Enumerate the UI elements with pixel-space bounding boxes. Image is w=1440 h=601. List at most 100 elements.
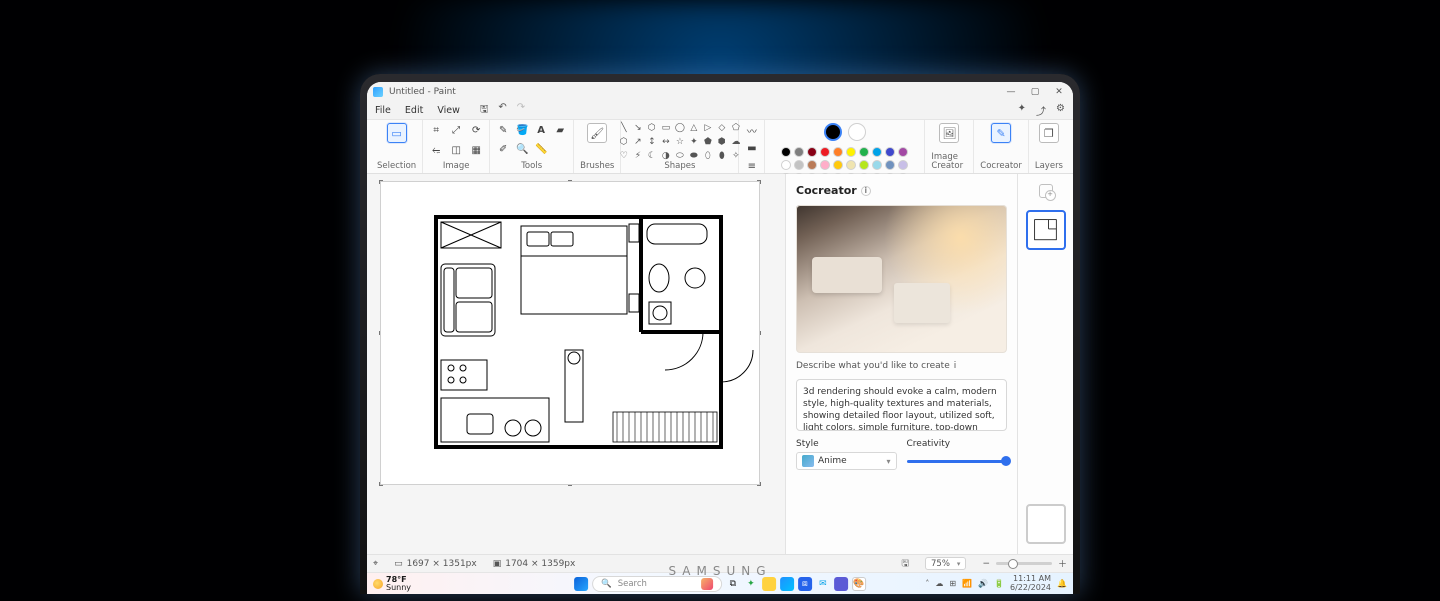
palette-swatch[interactable] <box>872 160 882 170</box>
share-icon[interactable]: ⤴ <box>1036 103 1046 118</box>
palette-swatch[interactable] <box>781 147 791 157</box>
language-icon[interactable]: ⊞ <box>949 579 956 588</box>
onedrive-icon[interactable]: ☁ <box>935 579 943 588</box>
explorer-icon[interactable] <box>762 577 776 591</box>
zoom-out-icon[interactable]: − <box>982 559 990 569</box>
palette-swatch[interactable] <box>885 147 895 157</box>
undo-icon[interactable]: ↶ <box>498 102 506 119</box>
flip-icon[interactable]: ⭋ <box>429 143 443 157</box>
redo-icon[interactable]: ↷ <box>517 102 525 119</box>
palette-swatch[interactable] <box>898 160 908 170</box>
select-icon[interactable]: ◫ <box>449 143 463 157</box>
layers-button[interactable]: ❐ <box>1036 123 1062 143</box>
copilot-icon[interactable]: ✦ <box>744 577 758 591</box>
palette-swatch[interactable] <box>885 160 895 170</box>
taskbar-clock[interactable]: 11:11 AM 6/22/2024 <box>1010 575 1051 592</box>
palette-swatch[interactable] <box>820 160 830 170</box>
creativity-slider[interactable] <box>907 452 1008 470</box>
layer-thumb-background[interactable] <box>1026 504 1066 544</box>
palette-swatch[interactable] <box>781 160 791 170</box>
maximize-button[interactable]: ▢ <box>1029 87 1041 97</box>
ribbon-group-image: ⌗ ⤢ ⟳ ⭋ ◫ ▦ Image <box>423 120 490 173</box>
info-icon[interactable]: i <box>954 361 957 371</box>
chevron-up-icon[interactable]: ˄ <box>925 579 929 588</box>
zoom-in-icon[interactable]: ＋ <box>1058 557 1067 570</box>
shape-outline-icon[interactable]: 〰 <box>745 123 759 137</box>
fill-icon[interactable]: 🪣 <box>515 123 529 137</box>
palette-swatch[interactable] <box>794 147 804 157</box>
palette-swatch[interactable] <box>820 147 830 157</box>
start-button[interactable] <box>574 577 588 591</box>
rotate-icon[interactable]: ⟳ <box>469 123 483 137</box>
save-icon[interactable]: 🖫 <box>480 102 489 119</box>
info-icon[interactable]: i <box>861 186 871 196</box>
remove-bg-icon[interactable]: ▦ <box>469 143 483 157</box>
task-view-icon[interactable]: ⧉ <box>726 577 740 591</box>
volume-icon[interactable]: 🔊 <box>978 579 988 588</box>
crop-icon[interactable]: ⌗ <box>429 123 443 137</box>
teams-icon[interactable] <box>834 577 848 591</box>
color-1[interactable] <box>824 123 842 141</box>
palette-swatch[interactable] <box>807 147 817 157</box>
magnify-icon[interactable]: 🔍 <box>515 142 529 156</box>
weather-sunny-icon <box>373 579 383 589</box>
color-2[interactable] <box>848 123 866 141</box>
ribbon-group-tools: ✎ 🪣 A ▰ ✐ 🔍 📏 Tools <box>490 120 574 173</box>
paint-app-icon <box>373 87 383 97</box>
resize-icon[interactable]: ⤢ <box>449 123 463 137</box>
notifications-icon[interactable]: 🔔 <box>1057 579 1067 588</box>
color-picker-icon[interactable]: ✐ <box>496 142 510 156</box>
menu-edit[interactable]: Edit <box>405 105 423 116</box>
style-select[interactable]: Anime <box>796 452 897 470</box>
store-icon[interactable]: ⧈ <box>798 577 812 591</box>
ribbon-group-shape-opts: 〰 ▬ ≡ <box>739 120 765 173</box>
canvas-dims-value: 1697 × 1351px <box>407 559 477 569</box>
palette-swatch[interactable] <box>833 147 843 157</box>
palette-swatch[interactable] <box>833 160 843 170</box>
cocreator-preview-image[interactable] <box>796 205 1007 353</box>
brush-tool[interactable]: 🖌 <box>584 123 610 143</box>
shape-fill-icon[interactable]: ▬ <box>745 141 759 155</box>
canvas-area[interactable] <box>367 174 785 554</box>
layer-thumb-active[interactable] <box>1026 210 1066 250</box>
cocreator-prompt-textarea[interactable]: 3d rendering should evoke a calm, modern… <box>796 379 1007 431</box>
cocreator-title: Cocreator <box>796 184 857 197</box>
text-icon[interactable]: A <box>534 123 548 137</box>
palette-swatch[interactable] <box>807 160 817 170</box>
edge-icon[interactable] <box>780 577 794 591</box>
close-button[interactable]: ✕ <box>1053 87 1065 97</box>
taskbar-weather[interactable]: 78°F Sunny <box>373 576 411 592</box>
shape-size-icon[interactable]: ≡ <box>745 159 759 173</box>
work-area: Cocreator i Describe what you'd like to … <box>367 174 1073 554</box>
palette-swatch[interactable] <box>859 160 869 170</box>
battery-icon[interactable]: 🔋 <box>994 579 1004 588</box>
palette-swatch[interactable] <box>846 147 856 157</box>
settings-gear-icon[interactable]: ⚙ <box>1056 103 1065 118</box>
menu-file[interactable]: File <box>375 105 391 116</box>
image-creator-button[interactable]: 🖼 <box>936 123 962 143</box>
eraser-icon[interactable]: ▰ <box>553 123 567 137</box>
zoom-dropdown[interactable]: 75% <box>925 557 966 570</box>
autosave-icon[interactable]: 🖫 <box>901 556 909 572</box>
shapes-gallery[interactable]: ╲↘⬡▭◯△▷◇⬠ ⬡↗↕↔☆✦⬟⬢☁ ♡⚡☾◑⬭⬬⬯⬮✧ <box>619 123 741 161</box>
copilot-icon[interactable]: ✦ <box>1018 103 1026 118</box>
mail-icon[interactable]: ✉ <box>816 577 830 591</box>
palette-swatch[interactable] <box>846 160 856 170</box>
ribbon: ▭ Selection ⌗ ⤢ ⟳ ⭋ ◫ ▦ Image <box>367 120 1073 174</box>
palette-swatch[interactable] <box>794 160 804 170</box>
canvas-sheet[interactable] <box>381 182 759 484</box>
zoom-slider[interactable] <box>996 562 1052 565</box>
minimize-button[interactable]: — <box>1005 87 1017 97</box>
palette-swatch[interactable] <box>872 147 882 157</box>
palette-swatch[interactable] <box>859 147 869 157</box>
select-tool[interactable]: ▭ <box>384 123 410 143</box>
cocreator-button[interactable]: ✎ <box>988 123 1014 143</box>
ruler-icon[interactable]: 📏 <box>534 142 548 156</box>
layers-panel <box>1017 174 1073 554</box>
wifi-icon[interactable]: 📶 <box>962 579 972 588</box>
menu-view[interactable]: View <box>437 105 460 116</box>
paint-taskbar-icon[interactable]: 🎨 <box>852 577 866 591</box>
palette-swatch[interactable] <box>898 147 908 157</box>
add-layer-button[interactable] <box>1039 184 1053 198</box>
pencil-icon[interactable]: ✎ <box>496 123 510 137</box>
